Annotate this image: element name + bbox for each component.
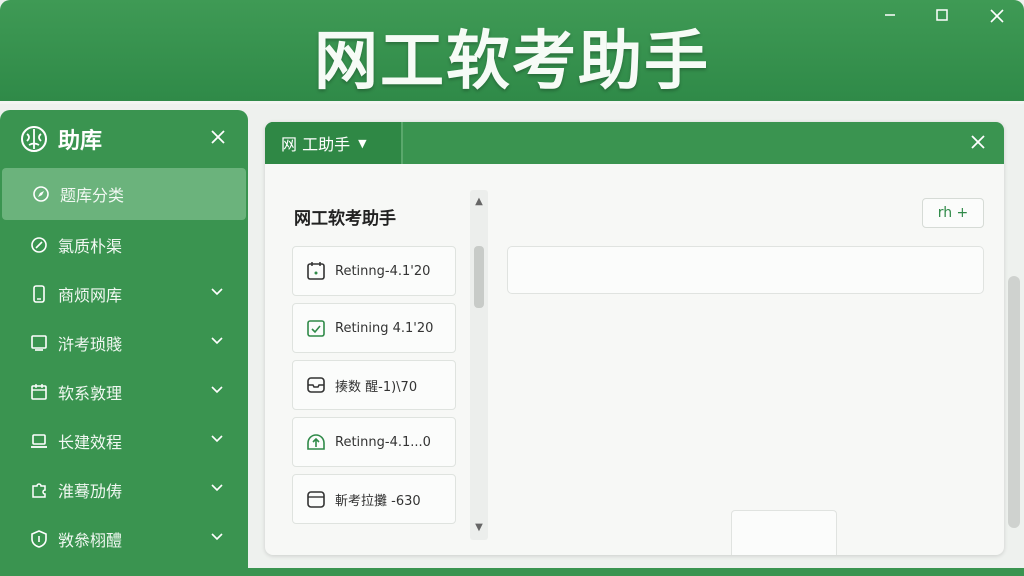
- scroll-thumb[interactable]: [474, 246, 484, 308]
- list-item[interactable]: 斬考拉攤 -630: [292, 474, 456, 524]
- add-button[interactable]: rh +: [922, 198, 984, 228]
- card-list: Retinng-4.1'20 Retining 4.1'20 揍数 醒-1)\7…: [292, 246, 456, 531]
- sidebar-item-question-bank[interactable]: 题库分类: [2, 168, 246, 220]
- brain-icon: [21, 126, 47, 152]
- scroll-up-icon[interactable]: ▲: [470, 194, 488, 210]
- sidebar-item-label: 氯质朴渠: [58, 236, 123, 256]
- main-panel: 网 工助手 ▼ 网工软考助手 Retinng-4.1'20 Retining 4…: [265, 122, 1004, 555]
- sidebar-item-label: 敩叅栩醴: [58, 530, 123, 550]
- tab-label: 网 工助手: [281, 135, 351, 154]
- chevron-down-icon[interactable]: [210, 431, 224, 445]
- card-label: Retinng-4.1'20: [335, 263, 431, 279]
- sidebar-item-5[interactable]: 软系敦理: [0, 367, 248, 416]
- app-title: 网工软考助手: [314, 25, 710, 99]
- window-close-icon[interactable]: [985, 6, 1009, 28]
- folder-icon: [307, 491, 325, 508]
- chevron-down-icon[interactable]: [210, 382, 224, 396]
- tab-assistant[interactable]: 网 工助手 ▼: [265, 122, 403, 164]
- sidebar-item-3[interactable]: 商烦网库: [0, 269, 248, 318]
- list-item[interactable]: 揍数 醒-1)\70: [292, 360, 456, 410]
- monitor-icon: [28, 332, 50, 354]
- sidebar-item-label: 淮蓦劢俦: [58, 481, 123, 501]
- sidebar-item-label: 题库分类: [60, 186, 125, 205]
- sidebar-item-6[interactable]: 长建效程: [0, 416, 248, 465]
- sidebar-item-4[interactable]: 浒考琐賤: [0, 318, 248, 367]
- sidebar-close-icon[interactable]: [210, 126, 226, 151]
- sidebar-title: 助库: [58, 129, 103, 154]
- calendar-icon: [307, 262, 325, 280]
- bottom-box[interactable]: [731, 510, 837, 555]
- maximize-icon[interactable]: [930, 6, 954, 28]
- list-title: 网工软考助手: [294, 209, 396, 229]
- list-item[interactable]: Retining 4.1'20: [292, 303, 456, 353]
- bottom-strip: [248, 568, 1024, 576]
- chevron-down-icon[interactable]: [210, 480, 224, 494]
- inbox-icon: [307, 377, 325, 393]
- sidebar-header: 助库: [0, 110, 248, 168]
- compass-icon: [30, 183, 52, 205]
- sidebar-item-8[interactable]: 敩叅栩醴: [0, 514, 248, 563]
- main-scroll-thumb[interactable]: [1008, 276, 1020, 528]
- main-scrollbar[interactable]: [1006, 122, 1022, 562]
- sidebar-item-label: 软系敦理: [58, 383, 123, 403]
- minimize-icon[interactable]: [878, 6, 902, 28]
- calendar-check-icon: [307, 320, 325, 337]
- list-scrollbar[interactable]: ▲ ▼: [470, 190, 488, 540]
- sidebar-item-label: 商烦网库: [58, 285, 123, 305]
- sidebar-item-label: 长建效程: [58, 432, 123, 452]
- panel-header: 网 工助手 ▼: [265, 122, 1004, 164]
- laptop-icon: [28, 430, 50, 452]
- title-bar: 网工软考助手: [0, 0, 1024, 104]
- card-label: 揍数 醒-1)\70: [335, 379, 418, 395]
- scroll-down-icon[interactable]: ▼: [470, 520, 488, 536]
- panel-close-icon[interactable]: [970, 131, 986, 155]
- card-label: Retining 4.1'20: [335, 320, 434, 336]
- puzzle-icon: [28, 479, 50, 501]
- card-label: 斬考拉攤 -630: [335, 493, 421, 509]
- sidebar-item-label: 浒考琐賤: [58, 334, 123, 354]
- shield-icon: [28, 528, 50, 550]
- sidebar-item-7[interactable]: 淮蓦劢俦: [0, 465, 248, 514]
- calendar-icon: [28, 381, 50, 403]
- sidebar: 助库 题库分类 氯质朴渠 商烦网库 浒考琐賤 软系敦理 长建效程 淮蓦劢俦 敩叅…: [0, 110, 248, 576]
- list-item[interactable]: Retinng-4.1...0: [292, 417, 456, 467]
- chevron-down-icon[interactable]: [210, 529, 224, 543]
- chevron-down-icon[interactable]: [210, 284, 224, 298]
- card-label: Retinng-4.1...0: [335, 434, 431, 450]
- sidebar-item-2[interactable]: 氯质朴渠: [0, 220, 248, 269]
- caret-down-icon: ▼: [358, 136, 367, 150]
- list-item[interactable]: Retinng-4.1'20: [292, 246, 456, 296]
- compass-icon: [28, 234, 50, 256]
- upload-icon: [307, 434, 325, 450]
- phone-icon: [28, 283, 50, 305]
- content-input[interactable]: [507, 246, 984, 294]
- chevron-down-icon[interactable]: [210, 333, 224, 347]
